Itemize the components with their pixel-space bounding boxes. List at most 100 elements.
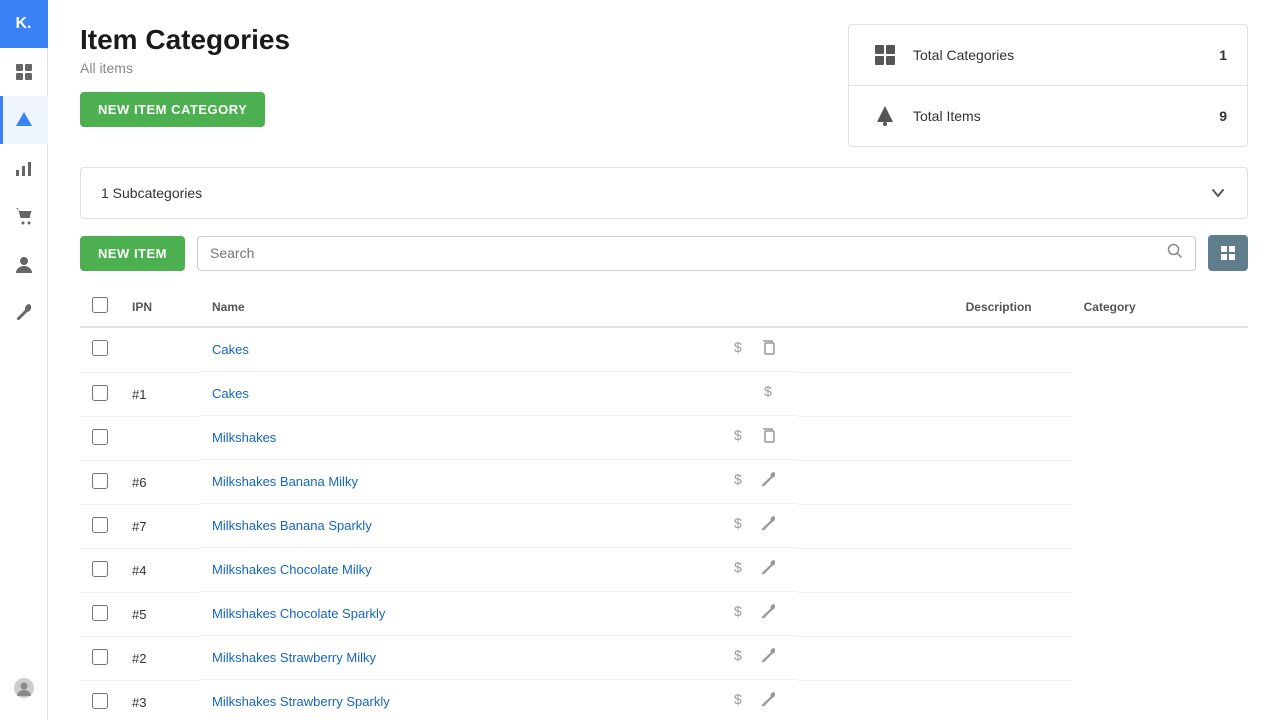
view-toggle-button[interactable] [1208, 235, 1248, 271]
items-table: IPN Name Description Category Cakes$ #1C… [80, 287, 1248, 720]
settings-icon[interactable] [760, 558, 778, 581]
items-icon [869, 100, 901, 132]
table-row: #6 Milkshakes Banana Milky $ [80, 460, 1248, 504]
settings-icon[interactable] [760, 646, 778, 669]
row-category [798, 372, 1072, 416]
sidebar-item-orders[interactable] [0, 192, 48, 240]
row-ipn: #6 [120, 460, 200, 504]
table-row: #5Milkshakes Chocolate Sparkly$ [80, 592, 1248, 636]
stat-total-items: Total Items 9 [849, 86, 1247, 146]
total-categories-value: 1 [1219, 47, 1227, 63]
row-name-link[interactable]: Milkshakes Chocolate Milky [212, 562, 372, 577]
chart-icon [14, 158, 34, 178]
subcategories-bar[interactable]: 1 Subcategories [80, 167, 1248, 219]
row-actions: $ [730, 690, 786, 713]
row-ipn: #1 [120, 372, 200, 416]
row-name-link[interactable]: Milkshakes Strawberry Milky [212, 650, 376, 665]
table-row: #4 Milkshakes Chocolate Milky $ [80, 548, 1248, 592]
row-checkbox[interactable] [92, 429, 108, 445]
row-name-link[interactable]: Milkshakes Chocolate Sparkly [212, 606, 385, 621]
row-category [798, 504, 1072, 548]
row-name-cell: Milkshakes Chocolate Milky $ [200, 548, 798, 592]
row-checkbox-cell [80, 680, 120, 720]
row-actions: $ [730, 426, 786, 449]
row-category [798, 327, 1072, 372]
dollar-icon[interactable]: $ [730, 426, 748, 449]
table-row: #7 Milkshakes Banana Sparkly $ [80, 504, 1248, 548]
sidebar-item-settings[interactable] [0, 288, 48, 336]
row-checkbox[interactable] [92, 385, 108, 401]
settings-icon[interactable] [760, 470, 778, 493]
header-name: Name [200, 287, 798, 327]
row-checkbox[interactable] [92, 649, 108, 665]
svg-text:$: $ [734, 603, 742, 619]
svg-text:$: $ [734, 559, 742, 575]
dollar-icon[interactable]: $ [730, 646, 748, 669]
row-ipn: #4 [120, 548, 200, 592]
row-checkbox[interactable] [92, 561, 108, 577]
row-name-link[interactable]: Milkshakes Banana Milky [212, 474, 358, 489]
dollar-icon[interactable]: $ [730, 690, 748, 713]
row-checkbox[interactable] [92, 605, 108, 621]
row-name-cell: Milkshakes Strawberry Milky $ [200, 636, 798, 680]
row-name-link[interactable]: Milkshakes Strawberry Sparkly [212, 694, 390, 709]
row-checkbox[interactable] [92, 517, 108, 533]
row-checkbox[interactable] [92, 340, 108, 356]
row-ipn: #2 [120, 636, 200, 680]
row-checkbox[interactable] [92, 693, 108, 709]
dollar-icon[interactable]: $ [760, 382, 778, 405]
chevron-down-icon [1209, 184, 1227, 202]
row-checkbox-cell [80, 372, 120, 416]
person-icon [14, 254, 34, 274]
total-items-value: 9 [1219, 108, 1227, 124]
row-name-link[interactable]: Milkshakes [212, 430, 276, 445]
row-category [798, 548, 1072, 592]
row-ipn [120, 327, 200, 372]
sidebar: K. [0, 0, 48, 720]
sidebar-item-user[interactable] [0, 664, 48, 712]
row-ipn: #7 [120, 504, 200, 548]
row-name-cell: Milkshakes Banana Sparkly $ [200, 504, 798, 548]
sidebar-item-analytics[interactable] [0, 144, 48, 192]
row-checkbox-cell [80, 548, 120, 592]
row-name-link[interactable]: Milkshakes Banana Sparkly [212, 518, 372, 533]
copy-icon[interactable] [760, 426, 778, 449]
table-row: Cakes $ [80, 327, 1248, 372]
row-checkbox-cell [80, 636, 120, 680]
svg-text:$: $ [734, 647, 742, 663]
grid-icon [14, 62, 34, 82]
header-checkbox-cell [80, 287, 120, 327]
row-category [798, 636, 1072, 680]
brand-logo[interactable]: K. [0, 0, 48, 48]
dollar-icon[interactable]: $ [730, 558, 748, 581]
dollar-icon[interactable]: $ [730, 338, 748, 361]
dollar-icon[interactable]: $ [730, 602, 748, 625]
total-categories-label: Total Categories [913, 47, 1219, 63]
dollar-icon[interactable]: $ [730, 470, 748, 493]
row-checkbox[interactable] [92, 473, 108, 489]
search-input[interactable] [210, 245, 1167, 261]
row-name-link[interactable]: Cakes [212, 342, 249, 357]
categories-icon [869, 39, 901, 71]
sidebar-item-customers[interactable] [0, 240, 48, 288]
select-all-checkbox[interactable] [92, 297, 108, 313]
row-actions: $ [730, 338, 786, 361]
settings-icon[interactable] [760, 602, 778, 625]
table-row: #3Milkshakes Strawberry Sparkly$ [80, 680, 1248, 720]
new-item-button[interactable]: NEW ITEM [80, 236, 185, 271]
page-subtitle: All items [80, 60, 290, 76]
dollar-icon[interactable]: $ [730, 514, 748, 537]
svg-text:$: $ [734, 691, 742, 707]
pos-icon [14, 110, 34, 130]
wrench-icon [14, 302, 34, 322]
sidebar-item-pos[interactable] [0, 96, 48, 144]
settings-icon[interactable] [760, 514, 778, 537]
copy-icon[interactable] [760, 338, 778, 361]
row-name-cell: Milkshakes Strawberry Sparkly $ [200, 680, 798, 720]
settings-icon[interactable] [760, 690, 778, 713]
sidebar-item-dashboard[interactable] [0, 48, 48, 96]
header-category: Category [1072, 287, 1248, 327]
row-name-link[interactable]: Cakes [212, 386, 249, 401]
svg-text:$: $ [734, 339, 742, 355]
new-category-button[interactable]: NEW ITEM CATEGORY [80, 92, 265, 127]
